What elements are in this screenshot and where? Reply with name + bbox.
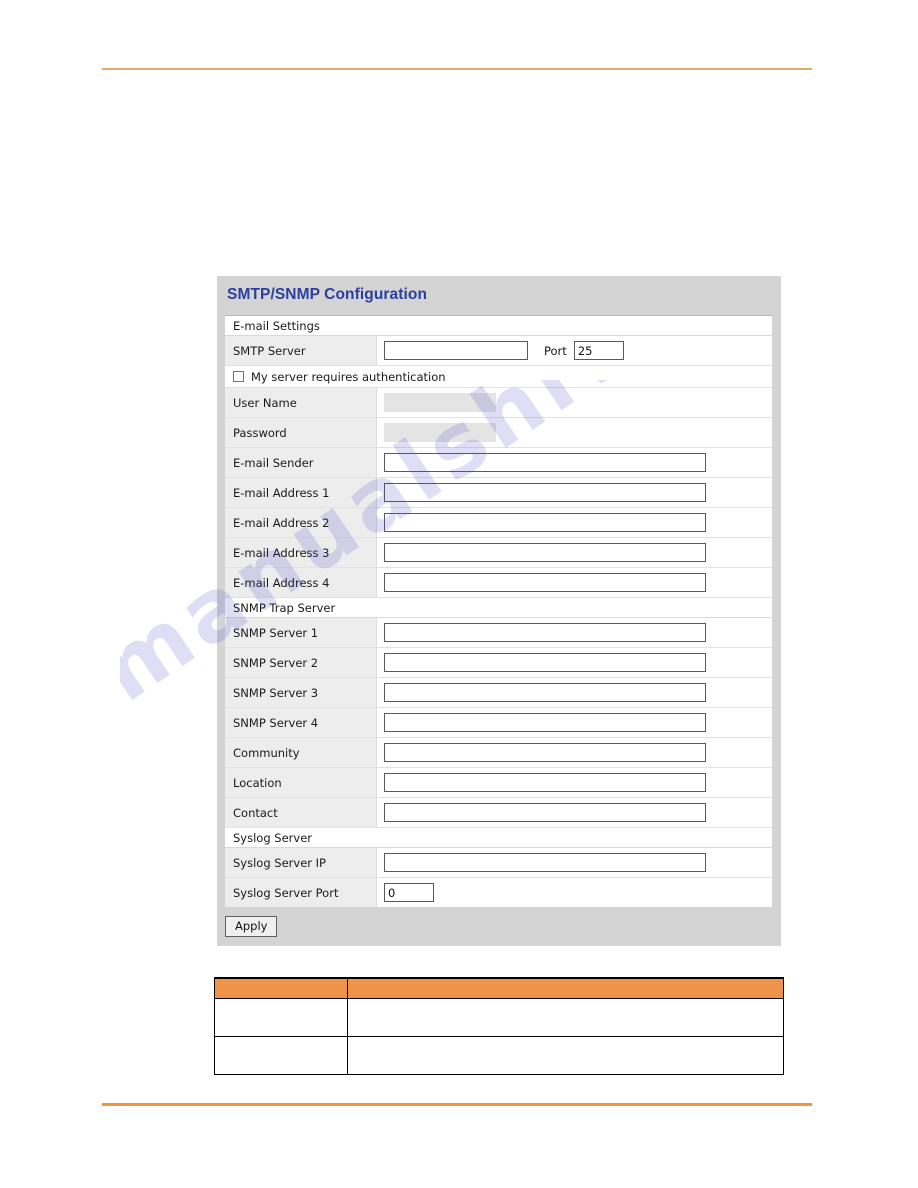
form-row: Syslog Server IP — [225, 848, 772, 878]
field-value-cell — [377, 878, 772, 907]
field-value-cell — [377, 568, 772, 597]
form-row: Location — [225, 768, 772, 798]
field-label: SNMP Server 4 — [225, 708, 377, 737]
port-input[interactable] — [573, 341, 624, 360]
field-value-cell: Port — [377, 336, 772, 365]
reference-table-body — [214, 998, 784, 1075]
field-label: Community — [225, 738, 377, 767]
input-field[interactable] — [384, 513, 706, 532]
field-label: E-mail Address 4 — [225, 568, 377, 597]
table-header-cell-1 — [214, 977, 348, 999]
field-label: Syslog Server Port — [225, 878, 377, 907]
field-label: Location — [225, 768, 377, 797]
field-value-cell — [377, 678, 772, 707]
form-row: E-mail Address 2 — [225, 508, 772, 538]
table-cell — [347, 1036, 784, 1075]
field-value-cell — [377, 388, 772, 417]
reference-table-head — [214, 977, 784, 999]
field-label: SNMP Server 1 — [225, 618, 377, 647]
field-label: SNMP Server 3 — [225, 678, 377, 707]
table-cell — [347, 998, 784, 1037]
input-field[interactable] — [384, 623, 706, 642]
form-row: Password — [225, 418, 772, 448]
form-row: Contact — [225, 798, 772, 828]
form-row: E-mail Address 1 — [225, 478, 772, 508]
section-header: SNMP Trap Server — [225, 598, 772, 618]
field-value-cell — [377, 738, 772, 767]
input-field[interactable] — [384, 573, 706, 592]
field-value-cell — [377, 708, 772, 737]
form-row: SNMP Server 3 — [225, 678, 772, 708]
form-row: SNMP Server 4 — [225, 708, 772, 738]
footer-rule — [102, 1103, 812, 1106]
form-row: SMTP Server Port — [225, 336, 772, 366]
field-label: E-mail Address 1 — [225, 478, 377, 507]
input-field[interactable] — [384, 853, 706, 872]
auth-checkbox-row[interactable]: My server requires authentication — [225, 366, 772, 388]
form-row: Community — [225, 738, 772, 768]
field-label: E-mail Sender — [225, 448, 377, 477]
input-field[interactable] — [384, 653, 706, 672]
port-label: Port — [544, 343, 567, 358]
field-value-cell — [377, 418, 772, 447]
field-value-cell — [377, 538, 772, 567]
checkbox-icon[interactable] — [233, 371, 244, 382]
apply-button-area: Apply — [217, 907, 781, 946]
field-label: SMTP Server — [225, 336, 377, 365]
field-label: E-mail Address 3 — [225, 538, 377, 567]
form-row: E-mail Address 3 — [225, 538, 772, 568]
table-row — [214, 1036, 784, 1075]
header-rule — [102, 68, 812, 70]
form-row: E-mail Sender — [225, 448, 772, 478]
field-value-cell — [377, 508, 772, 537]
form-row: User Name — [225, 388, 772, 418]
table-header-row — [214, 977, 784, 999]
field-label: E-mail Address 2 — [225, 508, 377, 537]
input-field[interactable] — [384, 713, 706, 732]
table-row — [214, 998, 784, 1037]
input-field[interactable] — [384, 773, 706, 792]
form-row: SNMP Server 2 — [225, 648, 772, 678]
field-label: User Name — [225, 388, 377, 417]
form-row: SNMP Server 1 — [225, 618, 772, 648]
input-field[interactable] — [384, 883, 434, 902]
input-field — [384, 423, 496, 442]
checkbox-label: My server requires authentication — [251, 369, 446, 384]
section-header: E-mail Settings — [225, 316, 772, 336]
field-value-cell — [377, 448, 772, 477]
field-value-cell — [377, 768, 772, 797]
input-field[interactable] — [384, 543, 706, 562]
input-field[interactable] — [384, 743, 706, 762]
input-field[interactable] — [384, 341, 528, 360]
panel-body: E-mail SettingsSMTP Server Port My server … — [225, 315, 772, 907]
field-label: SNMP Server 2 — [225, 648, 377, 677]
field-label: Contact — [225, 798, 377, 827]
field-value-cell — [377, 478, 772, 507]
input-field[interactable] — [384, 453, 706, 472]
field-value-cell — [377, 618, 772, 647]
panel-title: SMTP/SNMP Configuration — [227, 286, 428, 303]
reference-table — [214, 977, 784, 1075]
form-row: E-mail Address 4 — [225, 568, 772, 598]
smtp-snmp-configuration-panel: SMTP/SNMP Configuration E-mail Settings S… — [217, 276, 781, 946]
field-value-cell — [377, 648, 772, 677]
field-label: Password — [225, 418, 377, 447]
section-header: Syslog Server — [225, 828, 772, 848]
apply-button[interactable]: Apply — [225, 916, 278, 937]
input-field[interactable] — [384, 483, 706, 502]
table-header-cell-2 — [347, 977, 784, 999]
input-field[interactable] — [384, 683, 706, 702]
input-field[interactable] — [384, 803, 706, 822]
input-field — [384, 393, 496, 412]
table-cell — [214, 1036, 348, 1075]
field-value-cell — [377, 848, 772, 877]
field-value-cell — [377, 798, 772, 827]
field-label: Syslog Server IP — [225, 848, 377, 877]
table-cell — [214, 998, 348, 1037]
form-row: Syslog Server Port — [225, 878, 772, 907]
